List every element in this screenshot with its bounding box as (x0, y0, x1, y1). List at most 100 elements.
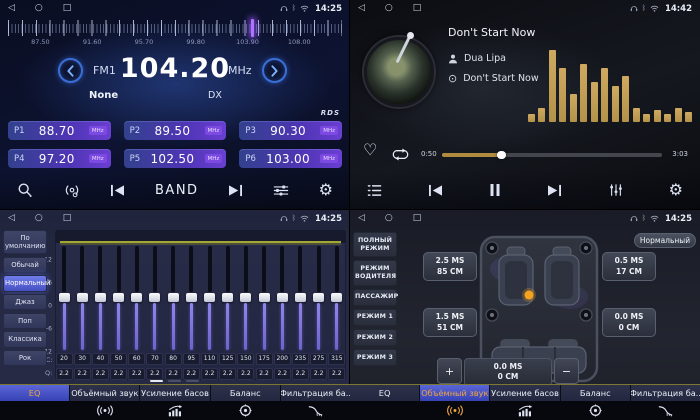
tab-surround-sound[interactable]: Объёмный звук (70, 385, 140, 401)
listening-mode-item[interactable]: РЕЖИМ 3 (353, 349, 397, 366)
mixer-h-icon[interactable] (273, 184, 289, 197)
nav-recents-icon[interactable]: □ (63, 4, 72, 13)
profile-button[interactable]: Нормальный (634, 233, 696, 248)
eq-preset-item[interactable]: Поп (3, 313, 47, 329)
nav-recents-icon[interactable]: □ (413, 4, 422, 13)
delay-plus-button[interactable]: + (437, 358, 462, 384)
next-icon[interactable] (228, 184, 243, 197)
slider-handle[interactable] (240, 293, 251, 302)
eq-band-slider[interactable] (129, 246, 145, 350)
bass-boost-icon[interactable] (490, 401, 560, 420)
nav-home-icon[interactable]: ○ (35, 214, 43, 223)
preset-button-p4[interactable]: P497.20MHz (8, 149, 111, 168)
progress-bar[interactable] (442, 153, 662, 157)
surround-sound-icon[interactable] (70, 401, 140, 420)
tab-bass-boost[interactable]: Усиление басов (490, 385, 560, 401)
slider-handle[interactable] (313, 293, 324, 302)
eq-band-slider[interactable] (56, 246, 72, 350)
listener-position-dot[interactable] (525, 291, 534, 300)
tab-eq[interactable]: EQ (0, 385, 70, 401)
eq-band-slider[interactable] (274, 246, 290, 350)
eq-preset-item[interactable]: Рок (3, 350, 47, 366)
seek-up-button[interactable] (262, 58, 287, 83)
eq-preset-item[interactable]: Нормальный (3, 275, 47, 291)
album-art[interactable] (364, 37, 434, 107)
nav-back-icon[interactable]: ◁ (358, 4, 365, 13)
eq-band-slider[interactable] (147, 246, 163, 350)
balance-icon[interactable] (560, 401, 630, 420)
eq-band-slider[interactable] (256, 246, 272, 350)
preset-button-p2[interactable]: P289.50MHz (124, 121, 227, 140)
tab-balance[interactable]: Баланс (561, 385, 631, 401)
nav-recents-icon[interactable]: □ (413, 214, 422, 223)
repeat-button[interactable] (392, 146, 409, 165)
delay-rear-right-button[interactable]: 0.0 MS 0 CM (602, 308, 656, 337)
eq-preset-item[interactable]: По умолчанию (3, 230, 47, 254)
previous-icon[interactable] (428, 184, 443, 197)
eq-band-slider[interactable] (74, 246, 90, 350)
slider-handle[interactable] (168, 293, 179, 302)
seek-down-button[interactable] (58, 58, 83, 83)
dx-mode-label[interactable]: DX (208, 90, 222, 101)
playlist-icon[interactable] (367, 184, 382, 197)
slider-handle[interactable] (295, 293, 306, 302)
eq-preset-item[interactable]: Классика (3, 331, 47, 347)
listening-mode-item[interactable]: ПОЛНЫЙ РЕЖИМ (353, 232, 397, 257)
slider-handle[interactable] (331, 293, 342, 302)
eq-band-slider[interactable] (92, 246, 108, 350)
previous-icon[interactable] (110, 184, 125, 197)
slider-handle[interactable] (95, 293, 106, 302)
tab-balance[interactable]: Баланс (211, 385, 281, 401)
eq-preset-item[interactable]: Джаз (3, 294, 47, 310)
subwoofer-filter-icon[interactable] (280, 401, 350, 420)
mixer-v-icon[interactable] (609, 183, 623, 197)
settings-gear-icon[interactable]: ⚙ (669, 182, 683, 198)
eq-band-slider[interactable] (183, 246, 199, 350)
slider-handle[interactable] (113, 293, 124, 302)
slider-handle[interactable] (186, 293, 197, 302)
tab-surround-sound[interactable]: Объёмный звук (420, 385, 490, 401)
nav-home-icon[interactable]: ○ (385, 214, 393, 223)
nav-back-icon[interactable]: ◁ (8, 214, 15, 223)
surround-sound-icon[interactable] (420, 401, 490, 420)
tab-subwoofer-filter[interactable]: Фильтрация ба.. (631, 385, 700, 401)
nav-recents-icon[interactable]: □ (63, 214, 72, 223)
tab-subwoofer-filter[interactable]: Фильтрация ба.. (281, 385, 350, 401)
pause-icon[interactable] (489, 183, 501, 197)
eq-icon[interactable] (350, 401, 420, 420)
slider-handle[interactable] (149, 293, 160, 302)
next-icon[interactable] (547, 184, 562, 197)
nav-home-icon[interactable]: ○ (35, 4, 43, 13)
slider-handle[interactable] (222, 293, 233, 302)
bass-boost-icon[interactable] (140, 401, 210, 420)
band-button[interactable]: BAND (155, 183, 199, 198)
band-label[interactable]: FM1 (93, 64, 116, 77)
frequency-dial[interactable]: 87.5091.6095.7099.80103.90108.00 (8, 19, 342, 49)
slider-handle[interactable] (277, 293, 288, 302)
eq-preset-item[interactable]: Обычай (3, 257, 47, 273)
favorite-button[interactable]: ♡ (363, 142, 377, 158)
progress-knob[interactable] (497, 151, 506, 160)
delay-front-left-button[interactable]: 2.5 MS 85 CM (423, 252, 477, 281)
settings-gear-icon[interactable]: ⚙ (319, 182, 333, 198)
preset-button-p1[interactable]: P188.70MHz (8, 121, 111, 140)
listening-mode-item[interactable]: РЕЖИМ 1 (353, 309, 397, 326)
listening-mode-item[interactable]: РЕЖИМ ВОДИТЕЛЯ (353, 260, 397, 285)
subwoofer-filter-icon[interactable] (630, 401, 700, 420)
eq-band-slider[interactable] (292, 246, 308, 350)
slider-handle[interactable] (77, 293, 88, 302)
slider-handle[interactable] (204, 293, 215, 302)
listening-mode-item[interactable]: РЕЖИМ 2 (353, 329, 397, 346)
preset-button-p6[interactable]: P6103.00MHz (239, 149, 342, 168)
balance-icon[interactable] (210, 401, 280, 420)
tab-eq[interactable]: EQ (350, 385, 420, 401)
eq-band-slider[interactable] (220, 246, 236, 350)
eq-band-slider[interactable] (311, 246, 327, 350)
delay-minus-button[interactable]: − (554, 358, 579, 384)
search-icon[interactable] (17, 182, 33, 198)
eq-band-slider[interactable] (329, 246, 345, 350)
scan-icon[interactable] (63, 183, 81, 198)
listening-mode-item[interactable]: ПАССАЖИР (353, 289, 397, 306)
preset-button-p5[interactable]: P5102.50MHz (124, 149, 227, 168)
nav-back-icon[interactable]: ◁ (358, 214, 365, 223)
